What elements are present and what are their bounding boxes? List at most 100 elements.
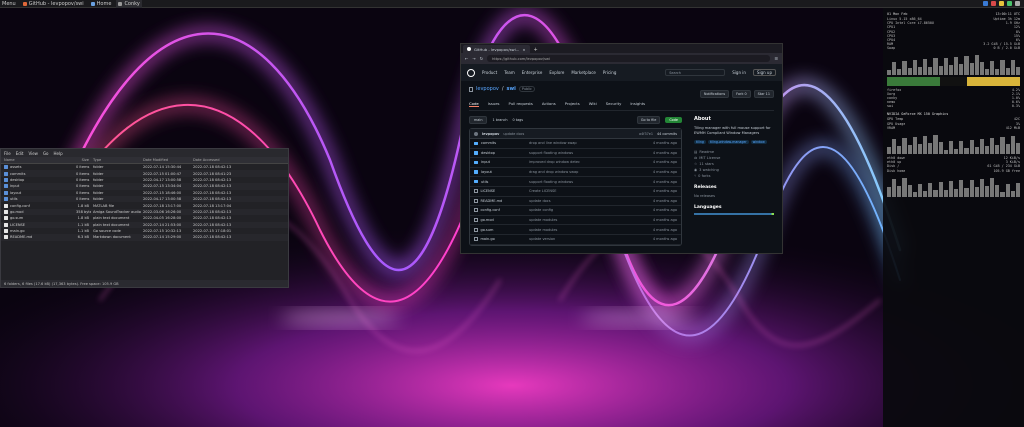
star-button[interactable]: Star 11 [753,90,774,98]
tray-battery-icon[interactable] [1007,1,1012,6]
repo-file-row[interactable]: go.mod update modules 4 months ago [470,216,681,226]
repo-file-name[interactable]: LICENSE [481,189,496,193]
tags-link[interactable]: 0 tags [513,118,524,122]
reload-icon[interactable]: ↻ [480,56,483,61]
gh-nav-enterprise[interactable]: Enterprise [522,70,543,75]
graph-bar [943,189,948,197]
repo-file-row[interactable]: commits drop and line window swap 4 months… [470,139,681,149]
repo-file-commit[interactable]: update config [529,208,642,212]
repo-file-name[interactable]: README.md [481,199,503,203]
repo-file-row[interactable]: LICENSE Create LICENSE 4 months ago [470,187,681,197]
repo-file-commit[interactable]: update modules [529,228,642,232]
tray-network-icon[interactable] [983,1,988,6]
repo-file-name[interactable]: layout [481,170,492,174]
menu-button[interactable]: Menu [0,0,18,8]
repo-file-name[interactable]: utils [481,180,488,184]
repo-file-name[interactable]: go.mod [481,218,494,222]
repo-file-row[interactable]: go.sum update modules 4 months ago [470,225,681,235]
menu-file[interactable]: File [4,151,11,156]
column-type[interactable]: Type [91,158,143,162]
repo-file-row[interactable]: main.go update version 4 months ago [470,235,681,245]
tab-actions[interactable]: Actions [542,101,556,107]
repo-file-commit[interactable]: improved drop window detec [529,160,642,164]
commit-count[interactable]: 44 commits [657,132,677,136]
tab-security[interactable]: Security [606,101,622,107]
github-search-input[interactable]: Search [665,69,726,76]
tab-pull-requests[interactable]: Pull requests [509,101,533,107]
column-date-accessed[interactable]: Date Accessed [193,158,243,162]
close-tab-icon[interactable]: × [522,47,525,52]
menu-help[interactable]: Help [54,151,63,156]
forks-link[interactable]: ⑂ 0 forks [694,173,774,179]
repo-file-commit[interactable]: update version [529,237,642,241]
column-name[interactable]: Name [1,158,76,162]
go-to-file-button[interactable]: Go to file [636,116,661,124]
repo-name-link[interactable]: swi [507,86,516,92]
repo-file-name[interactable]: desktop [481,151,495,155]
gh-nav-marketplace[interactable]: Marketplace [571,70,596,75]
menu-view[interactable]: View [28,151,38,156]
topic-tag[interactable]: tiling-window-manager [707,140,749,144]
menu-go[interactable]: Go [43,151,49,156]
browser-tab[interactable]: GitHub - levpopov/swi... × [463,45,530,53]
gh-nav-explore[interactable]: Explore [549,70,564,75]
topic-tag[interactable]: tiling [694,140,706,144]
repo-file-name[interactable]: commits [481,141,496,145]
repo-file-commit[interactable]: update modules [529,218,642,222]
tab-code[interactable]: Code [469,101,479,107]
back-icon[interactable]: ← [465,56,468,61]
notifications-button[interactable]: Notifications [699,90,730,98]
taskbar-item-files[interactable]: Home [89,0,114,8]
tab-wiki[interactable]: Wiki [589,101,597,107]
gh-nav-team[interactable]: Team [504,70,515,75]
repo-file-name[interactable]: input [481,160,490,164]
repo-file-row[interactable]: README.md update docs 4 months ago [470,197,681,207]
taskbar-item-conky[interactable]: Conky [116,0,142,8]
branch-select[interactable]: main [469,116,488,124]
gh-nav-product[interactable]: Product [482,70,497,75]
repo-file-commit[interactable]: update docs [529,199,642,203]
repo-file-row[interactable]: config.conf update config 4 months ago [470,206,681,216]
forward-icon[interactable]: → [472,56,475,61]
repo-file-row[interactable]: desktop support floating windows 4 months … [470,149,681,159]
repo-file-commit[interactable]: drag and drop window swap [529,170,642,174]
fork-button[interactable]: Fork 0 [732,90,751,98]
sign-up-button[interactable]: Sign up [752,69,776,76]
taskbar-item-browser[interactable]: GitHub - levpopov/swi [21,0,86,8]
tray-volume-icon[interactable] [1015,1,1020,6]
extensions-icon[interactable]: ☰ [774,56,778,61]
column-size[interactable]: Size [76,158,91,162]
code-button[interactable]: Code [665,117,682,123]
repo-file-row[interactable]: utils support floating windows 4 months ag… [470,177,681,187]
repo-file-row[interactable]: layout drag and drop window swap 4 months … [470,168,681,178]
repo-file-name[interactable]: config.conf [481,208,500,212]
browser-navbar: ← → ↻ https://github.com/levpopov/swi ☰ [461,53,782,64]
commit-hash[interactable]: a4f37e1 [639,132,653,136]
new-tab-icon[interactable]: + [530,47,542,53]
repo-file-commit[interactable]: support floating windows [529,180,642,184]
tray-notification-icon[interactable] [999,1,1004,6]
repo-file-row[interactable]: input improved drop window detec 4 months … [470,158,681,168]
branches-link[interactable]: 1 branch [492,118,507,122]
gh-nav-pricing[interactable]: Pricing [603,70,616,75]
repo-file-name[interactable]: go.sum [481,228,494,232]
tab-projects[interactable]: Projects [565,101,580,107]
commit-author[interactable]: levpopov [482,132,499,136]
sign-in-link[interactable]: Sign in [732,70,746,75]
menu-edit[interactable]: Edit [16,151,24,156]
repo-file-commit[interactable]: drop and line window swap [529,141,642,145]
file-row[interactable]: README.md 6.3 kB Markdown document 2022-07-… [1,234,288,241]
column-date-modified[interactable]: Date Modified [143,158,193,162]
repo-file-commit[interactable]: Create LICENSE [529,189,642,193]
tab-insights[interactable]: Insights [630,101,645,107]
tray-update-icon[interactable] [991,1,996,6]
repo-file-name[interactable]: main.go [481,237,495,241]
address-bar[interactable]: https://github.com/levpopov/swi [487,55,771,62]
topic-tag[interactable]: window [750,140,767,144]
repo-owner-link[interactable]: levpopov [476,86,499,92]
tab-issues[interactable]: Issues [488,101,500,107]
graph-bar [948,64,954,75]
repo-file-commit[interactable]: support floating windows [529,151,642,155]
commit-message[interactable]: update docs [503,132,524,136]
github-logo-icon[interactable] [467,68,475,77]
